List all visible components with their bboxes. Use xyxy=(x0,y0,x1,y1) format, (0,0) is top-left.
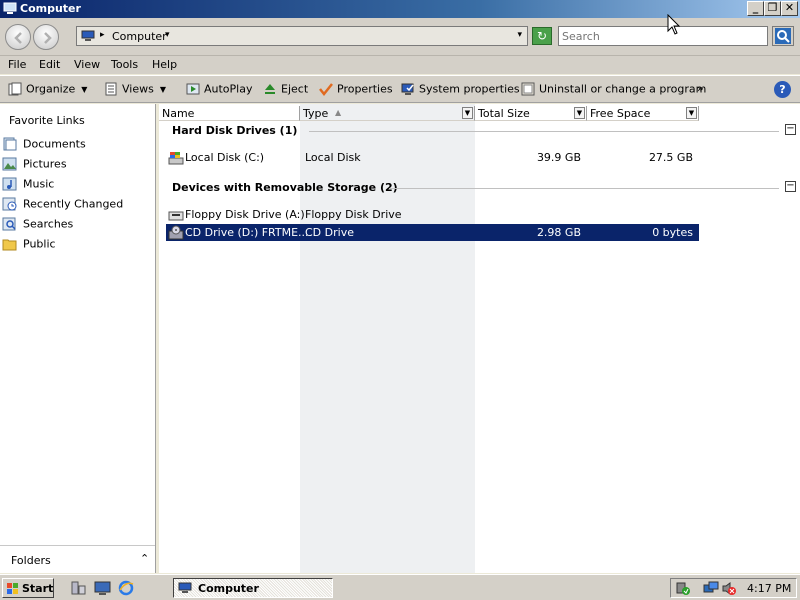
column-filter-dropdown-icon[interactable]: ▼ xyxy=(686,107,697,119)
breadcrumb-separator[interactable]: ▸ xyxy=(100,30,105,40)
close-button[interactable]: ✕ xyxy=(781,1,798,16)
back-arrow-icon xyxy=(14,32,22,44)
uninstall-icon xyxy=(521,82,535,96)
recently-changed-icon xyxy=(2,197,17,211)
list-item[interactable]: Floppy Disk Drive (A:) Floppy Disk Drive xyxy=(166,206,699,223)
volume-muted-icon[interactable] xyxy=(721,581,737,596)
sort-ascending-icon: ▲ xyxy=(335,108,342,117)
menu-file[interactable]: File xyxy=(8,58,26,71)
pictures-icon xyxy=(2,157,17,171)
column-filter-dropdown-icon[interactable]: ▼ xyxy=(462,107,473,119)
menu-view[interactable]: View xyxy=(74,58,100,71)
window-title: Computer xyxy=(20,2,81,15)
mouse-cursor-icon xyxy=(667,14,681,35)
checkmark-icon xyxy=(319,83,333,96)
more-commands-button[interactable]: » xyxy=(697,82,704,98)
clock[interactable]: 4:17 PM xyxy=(747,582,791,595)
back-button[interactable] xyxy=(5,24,31,50)
column-header-name[interactable]: Name xyxy=(159,106,300,121)
breadcrumb-computer[interactable]: Computer xyxy=(112,30,167,43)
documents-icon xyxy=(3,137,17,151)
favorite-searches[interactable]: Searches xyxy=(2,217,73,233)
group-divider xyxy=(389,188,779,189)
file-list: Name Type ▲ ▼ Total Size ▼ Free Space ▼ … xyxy=(159,104,800,573)
group-header-hard-disk-drives[interactable]: Hard Disk Drives (1) xyxy=(172,124,297,137)
command-bar: Organize ▼ Views ▼ AutoPlay Eject Properti… xyxy=(0,75,800,103)
dropdown-arrow-icon: ▼ xyxy=(159,84,166,94)
menu-tools[interactable]: Tools xyxy=(111,58,138,71)
address-bar[interactable]: ▸ Computer ▾ ▾ xyxy=(76,26,528,46)
notification-area: 4:17 PM xyxy=(670,578,797,598)
eject-button[interactable]: Eject xyxy=(263,82,308,98)
floppy-drive-icon xyxy=(168,211,184,221)
computer-icon xyxy=(3,2,17,14)
collapse-group-icon[interactable]: − xyxy=(785,124,796,135)
collapse-group-icon[interactable]: − xyxy=(785,181,796,192)
eject-icon xyxy=(265,84,275,94)
security-icon[interactable] xyxy=(675,581,691,596)
chevron-up-icon: ⌃ xyxy=(140,552,150,565)
folders-toggle[interactable]: Folders ⌃ xyxy=(0,545,155,573)
search-input[interactable] xyxy=(558,26,768,46)
show-desktop-icon[interactable] xyxy=(94,580,111,596)
folders-label: Folders xyxy=(11,554,51,567)
computer-icon xyxy=(178,582,192,593)
taskbar: Start Computer 4:17 PM xyxy=(0,574,800,600)
start-button[interactable]: Start xyxy=(2,578,54,598)
favorite-documents[interactable]: Documents xyxy=(2,137,86,153)
system-properties-button[interactable]: System properties xyxy=(401,82,520,98)
favorite-links-heading: Favorite Links xyxy=(9,114,85,127)
restore-button[interactable]: ❐ xyxy=(764,1,781,16)
column-header-free-space[interactable]: Free Space ▼ xyxy=(587,106,699,121)
uninstall-program-button[interactable]: Uninstall or change a program xyxy=(521,82,706,98)
refresh-button[interactable]: ↻ xyxy=(532,27,552,45)
navigation-pane: Favorite Links Documents Pictures Music … xyxy=(0,104,156,573)
autoplay-button[interactable]: AutoPlay xyxy=(186,82,252,98)
menu-bar: File Edit View Tools Help xyxy=(0,56,800,74)
group-header-removable-storage[interactable]: Devices with Removable Storage (2) xyxy=(172,181,398,194)
forward-arrow-icon xyxy=(44,32,52,44)
column-header-type[interactable]: Type ▲ ▼ xyxy=(300,106,475,121)
address-dropdown-icon[interactable]: ▾ xyxy=(517,30,522,40)
sorted-column-highlight xyxy=(300,104,475,573)
menu-edit[interactable]: Edit xyxy=(39,58,60,71)
views-button[interactable]: Views ▼ xyxy=(104,82,166,98)
group-divider xyxy=(309,131,779,132)
search-button[interactable] xyxy=(772,26,794,46)
cd-drive-icon xyxy=(168,225,184,240)
help-icon[interactable]: ? xyxy=(774,81,791,98)
autoplay-icon xyxy=(186,83,200,95)
column-filter-dropdown-icon[interactable]: ▼ xyxy=(574,107,585,119)
favorite-public[interactable]: Public xyxy=(2,237,56,253)
taskbar-button-computer[interactable]: Computer xyxy=(173,578,333,598)
searches-icon xyxy=(2,217,16,231)
properties-button[interactable]: Properties xyxy=(319,82,393,98)
computer-icon xyxy=(81,30,95,41)
organize-button[interactable]: Organize ▼ xyxy=(8,82,87,98)
list-item-selected[interactable]: CD Drive (D:) FRTME... CD Drive 2.98 GB … xyxy=(166,224,699,241)
favorite-pictures[interactable]: Pictures xyxy=(2,157,67,173)
dropdown-arrow-icon: ▼ xyxy=(81,84,88,94)
column-header-total-size[interactable]: Total Size ▼ xyxy=(475,106,587,121)
music-icon xyxy=(2,177,17,191)
network-icon[interactable] xyxy=(703,581,719,596)
menu-help[interactable]: Help xyxy=(152,58,177,71)
server-manager-icon[interactable] xyxy=(70,580,87,596)
windows-logo-icon xyxy=(7,583,18,594)
favorite-music[interactable]: Music xyxy=(2,177,54,193)
organize-icon xyxy=(8,82,22,96)
forward-button[interactable] xyxy=(33,24,59,50)
favorite-recently-changed[interactable]: Recently Changed xyxy=(2,197,123,213)
minimize-button[interactable]: _ xyxy=(747,1,764,16)
internet-explorer-icon[interactable] xyxy=(118,580,135,596)
list-item[interactable]: Local Disk (C:) Local Disk 39.9 GB 27.5 … xyxy=(166,149,699,166)
views-icon xyxy=(105,82,117,96)
local-disk-icon xyxy=(168,152,184,165)
breadcrumb-chevron-icon[interactable]: ▾ xyxy=(165,30,170,40)
folder-icon xyxy=(2,239,17,251)
search-icon xyxy=(775,28,791,44)
system-properties-icon xyxy=(401,83,414,95)
